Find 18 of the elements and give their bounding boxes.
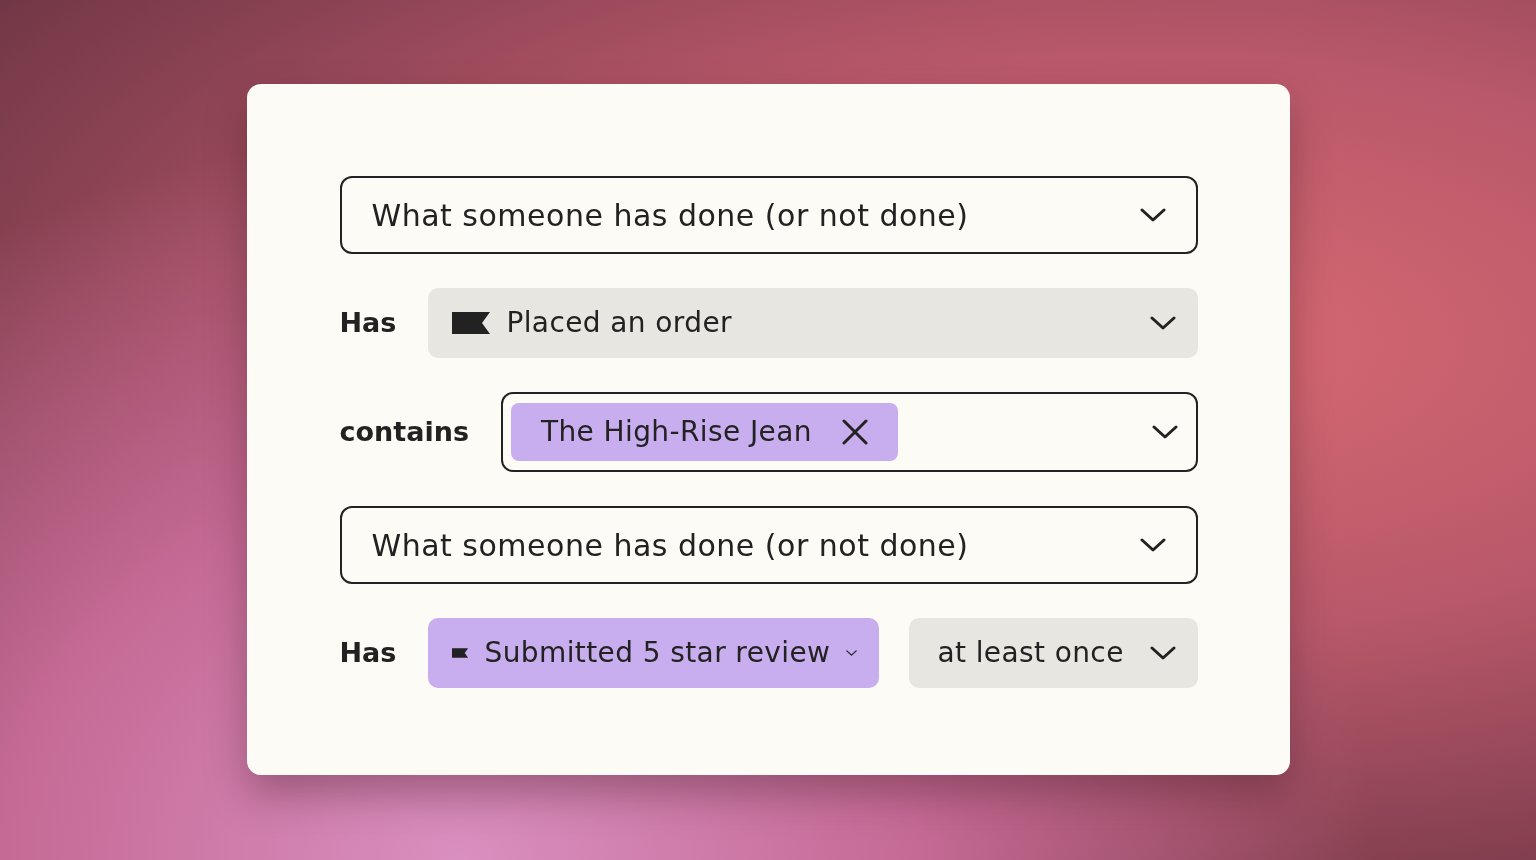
condition-label: Has [339, 305, 397, 340]
condition-dropdown[interactable]: Submitted 5 star review [428, 618, 880, 688]
flag-icon [452, 312, 491, 334]
chevron-down-icon [1139, 537, 1166, 553]
condition-label: contains [339, 414, 469, 449]
condition-label: Has [339, 635, 397, 670]
tag-text: The High-Rise Jean [540, 414, 812, 450]
close-icon[interactable] [841, 419, 868, 445]
tag-select-field[interactable]: The High-Rise Jean [500, 392, 1198, 472]
chevron-down-icon [1139, 207, 1166, 223]
chevron-down-icon [1149, 315, 1176, 331]
criteria-dropdown[interactable]: What someone has done (or not done) [339, 176, 1198, 254]
chevron-down-icon [1149, 645, 1176, 661]
condition-dropdown[interactable]: at least once [909, 618, 1198, 688]
chevron-down-icon [1151, 424, 1178, 440]
tag-chip[interactable]: The High-Rise Jean [510, 403, 898, 461]
criteria-dropdown[interactable]: What someone has done (or not done) [339, 506, 1198, 584]
condition-dropdown[interactable]: Placed an order [428, 288, 1198, 358]
